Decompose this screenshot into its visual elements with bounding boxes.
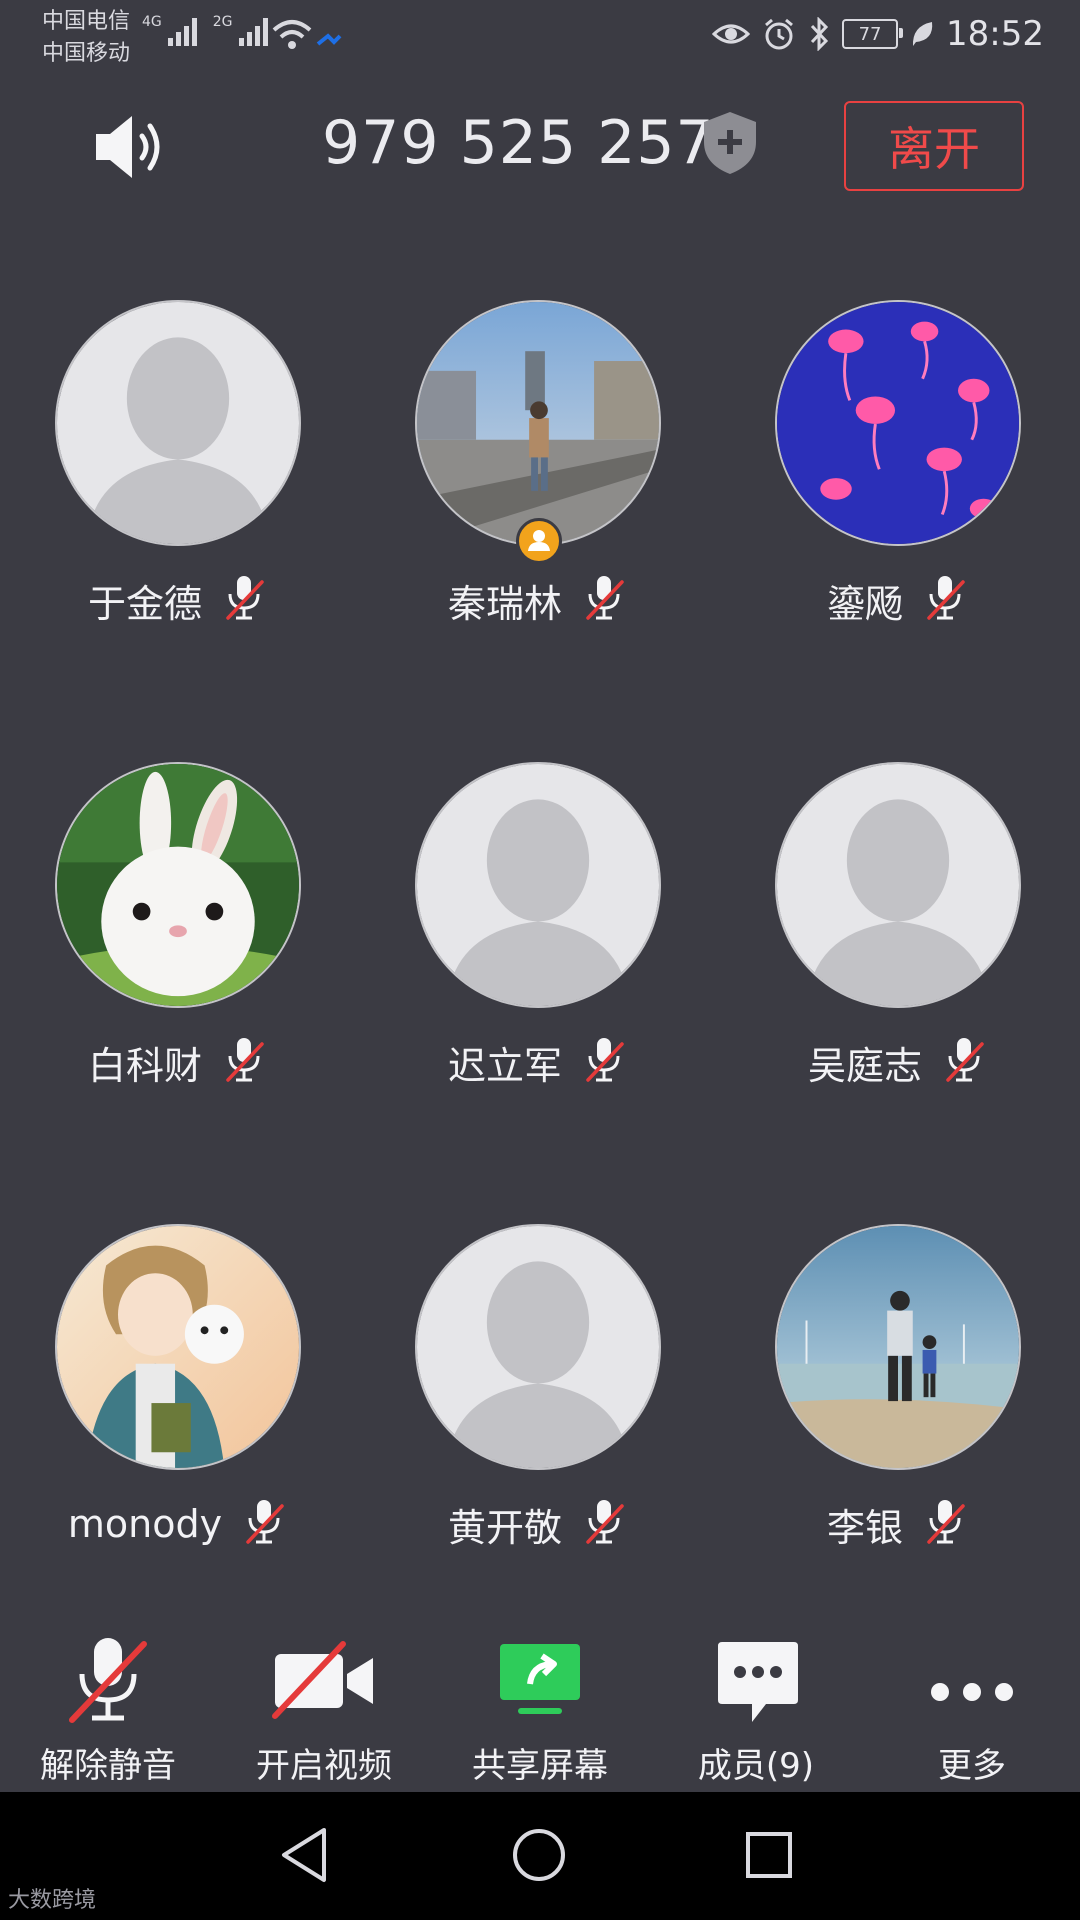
chat-bubble-icon bbox=[718, 1642, 798, 1722]
avatar[interactable] bbox=[55, 300, 301, 546]
participant-tile[interactable]: 黄开敬 bbox=[415, 1224, 715, 1604]
participant-tile[interactable]: 白科财 bbox=[55, 762, 355, 1142]
muted-mic-icon bbox=[940, 1034, 988, 1090]
bottom-toolbar: 解除静音 开启视频 共享屏幕 成员(9) 更多 bbox=[0, 1620, 1080, 1790]
muted-mic-icon bbox=[580, 1496, 628, 1552]
participant-name-row: 鎏飏 bbox=[735, 572, 1061, 628]
eye-icon bbox=[712, 24, 751, 44]
avatar[interactable] bbox=[775, 300, 1021, 546]
muted-mic-icon bbox=[921, 572, 969, 628]
participant-name-row: 迟立军 bbox=[375, 1034, 701, 1090]
avatar[interactable] bbox=[55, 762, 301, 1008]
start-video-label: 开启视频 bbox=[256, 1746, 392, 1786]
shield-icon[interactable] bbox=[700, 110, 760, 176]
participant-name: monody bbox=[67, 1502, 223, 1546]
home-icon[interactable] bbox=[506, 1822, 572, 1888]
participant-tile[interactable]: 迟立军 bbox=[415, 762, 715, 1142]
status-bar: 中国电信 中国移动 4G 2G 77 18:52 bbox=[0, 0, 1080, 76]
cellular-signal: 4G 2G bbox=[142, 14, 268, 46]
participant-name: 吴庭志 bbox=[807, 1043, 922, 1088]
avatar[interactable] bbox=[55, 1224, 301, 1470]
bluetooth-icon bbox=[810, 17, 829, 51]
watermark-text: 大数跨境 bbox=[8, 1888, 97, 1913]
avatar[interactable] bbox=[775, 1224, 1021, 1470]
carrier-info: 中国电信 中国移动 bbox=[42, 6, 130, 70]
participant-name-row: 秦瑞林 bbox=[375, 572, 701, 628]
host-badge-icon bbox=[516, 518, 562, 564]
signal-bars-icon bbox=[167, 14, 197, 46]
muted-mic-icon bbox=[580, 1034, 628, 1090]
muted-mic-icon bbox=[921, 1496, 969, 1552]
video-off-icon bbox=[272, 1641, 373, 1719]
speaker-icon[interactable] bbox=[92, 112, 172, 182]
avatar[interactable] bbox=[775, 762, 1021, 1008]
participant-name-row: 黄开敬 bbox=[375, 1496, 701, 1552]
meeting-id[interactable]: 979 525 257 bbox=[322, 108, 715, 178]
leaf-icon bbox=[912, 22, 933, 46]
participant-name-row: 于金德 bbox=[15, 572, 341, 628]
share-screen-label: 共享屏幕 bbox=[472, 1746, 608, 1786]
participant-name-row: 李银 bbox=[735, 1496, 1061, 1552]
avatar[interactable] bbox=[415, 762, 661, 1008]
participant-tile[interactable]: 秦瑞林 bbox=[415, 300, 715, 680]
participant-tile[interactable]: monody bbox=[55, 1224, 355, 1604]
participant-name-row: monody bbox=[15, 1496, 341, 1552]
muted-mic-icon bbox=[240, 1496, 288, 1552]
network-type-2: 2G bbox=[212, 14, 233, 30]
muted-mic-icon bbox=[220, 1034, 268, 1090]
participant-name: 黄开敬 bbox=[447, 1505, 562, 1550]
avatar[interactable] bbox=[415, 300, 661, 546]
muted-mic-icon bbox=[69, 1638, 147, 1723]
watermark: 大数跨境 bbox=[8, 1882, 96, 1914]
more-label: 更多 bbox=[938, 1746, 1006, 1786]
start-video-button[interactable]: 开启视频 bbox=[216, 1620, 432, 1790]
participant-tile[interactable]: 李银 bbox=[775, 1224, 1075, 1604]
muted-mic-icon bbox=[580, 572, 628, 628]
members-button[interactable]: 成员(9) bbox=[648, 1620, 864, 1790]
unmute-label: 解除静音 bbox=[40, 1746, 176, 1786]
participant-name: 李银 bbox=[826, 1505, 903, 1550]
carrier-1: 中国电信 bbox=[42, 9, 131, 34]
muted-mic-icon bbox=[220, 572, 268, 628]
battery-level: 77 bbox=[858, 23, 882, 45]
participant-tile[interactable]: 鎏飏 bbox=[775, 300, 1075, 680]
status-icons: 77 18:52 bbox=[712, 14, 1044, 54]
carrier-2: 中国移动 bbox=[42, 41, 131, 66]
participant-name: 鎏飏 bbox=[826, 581, 903, 626]
leave-button[interactable]: 离开 bbox=[844, 101, 1024, 191]
members-label: 成员(9) bbox=[697, 1746, 815, 1786]
more-button[interactable]: 更多 bbox=[864, 1620, 1080, 1790]
share-screen-button[interactable]: 共享屏幕 bbox=[432, 1620, 648, 1790]
participant-name: 白科财 bbox=[87, 1043, 202, 1088]
participant-name: 秦瑞林 bbox=[447, 581, 562, 626]
signal-bars-icon bbox=[238, 14, 268, 46]
clock: 18:52 bbox=[946, 14, 1044, 54]
back-icon[interactable] bbox=[274, 1822, 340, 1888]
recents-icon[interactable] bbox=[736, 1822, 802, 1888]
share-screen-icon bbox=[500, 1644, 580, 1714]
network-type-1: 4G bbox=[142, 14, 162, 30]
battery-icon: 77 bbox=[842, 19, 904, 49]
participant-name-row: 白科财 bbox=[15, 1034, 341, 1090]
alarm-icon bbox=[765, 18, 793, 50]
wifi-icon bbox=[272, 20, 342, 49]
participant-name-row: 吴庭志 bbox=[735, 1034, 1061, 1090]
participant-tile[interactable]: 吴庭志 bbox=[775, 762, 1075, 1142]
more-dots-icon bbox=[931, 1683, 1013, 1701]
unmute-button[interactable]: 解除静音 bbox=[0, 1620, 216, 1790]
participant-name: 于金德 bbox=[87, 581, 202, 626]
avatar[interactable] bbox=[415, 1224, 661, 1470]
participant-name: 迟立军 bbox=[447, 1043, 562, 1088]
navigation-bar bbox=[0, 1792, 1080, 1920]
participant-tile[interactable]: 于金德 bbox=[55, 300, 355, 680]
